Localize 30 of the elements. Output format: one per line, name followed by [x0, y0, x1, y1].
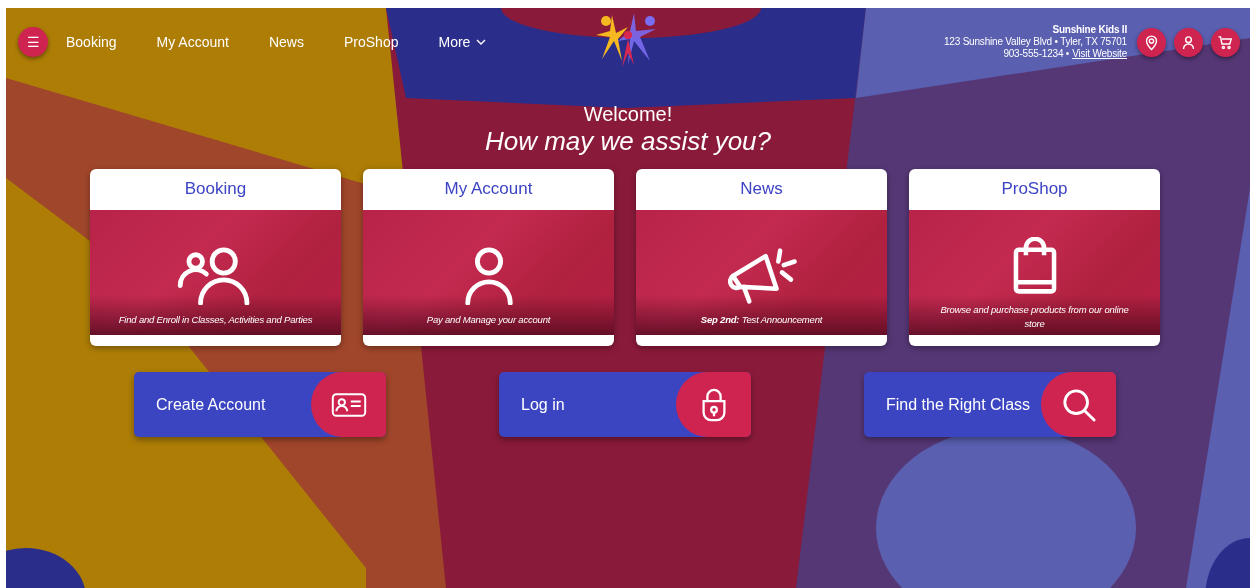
card-title: News [739, 178, 784, 200]
card-background[interactable]: News Sep 2nd: Test Announcement [636, 169, 887, 346]
welcome-heading: Welcome! [582, 102, 674, 126]
nav-link[interactable]: Booking [66, 34, 117, 50]
action-button[interactable]: Find the Right Class [864, 372, 1116, 437]
person-icon [1180, 33, 1197, 51]
cart-icon [1217, 33, 1234, 51]
business-phone: 903-555-1234 • [1003, 48, 1070, 60]
card-background[interactable]: ProShop Browse and purchase products from our online store [909, 169, 1160, 346]
website-link[interactable]: Visit Website [1072, 48, 1127, 60]
card-description: Browse and purchase products from our online store [939, 303, 1130, 331]
card-title: ProShop [1000, 178, 1069, 200]
card-description: Pay and Manage your account [425, 313, 552, 327]
business-name: Sunshine Kids II [1051, 24, 1127, 36]
location-pin-icon [1143, 33, 1160, 51]
welcome-subtitle: How may we assist you? [483, 126, 773, 156]
card-background[interactable]: My Account Pay and Manage your account [363, 169, 614, 346]
action-button[interactable]: Create Account [134, 372, 386, 437]
action-button[interactable]: Log in [499, 372, 751, 437]
nav-link[interactable]: More [438, 34, 487, 50]
search-icon [1060, 387, 1097, 422]
card-title: My Account [443, 178, 534, 200]
nav-link[interactable]: ProShop [344, 34, 399, 50]
card-description: Sep 2nd: Test Announcement [699, 313, 824, 327]
business-address: 123 Sunshine Valley Blvd • Tyler, TX 75701 [944, 36, 1127, 48]
card-description: Find and Enroll in Classes, Activities and Parties [117, 313, 314, 327]
card-background[interactable]: Booking Find and Enroll in Classes, Activities and Parties [90, 169, 341, 346]
card-title: Booking [183, 178, 248, 200]
nav-link[interactable]: News [268, 34, 304, 50]
nav-link[interactable]: My Account [156, 34, 229, 50]
